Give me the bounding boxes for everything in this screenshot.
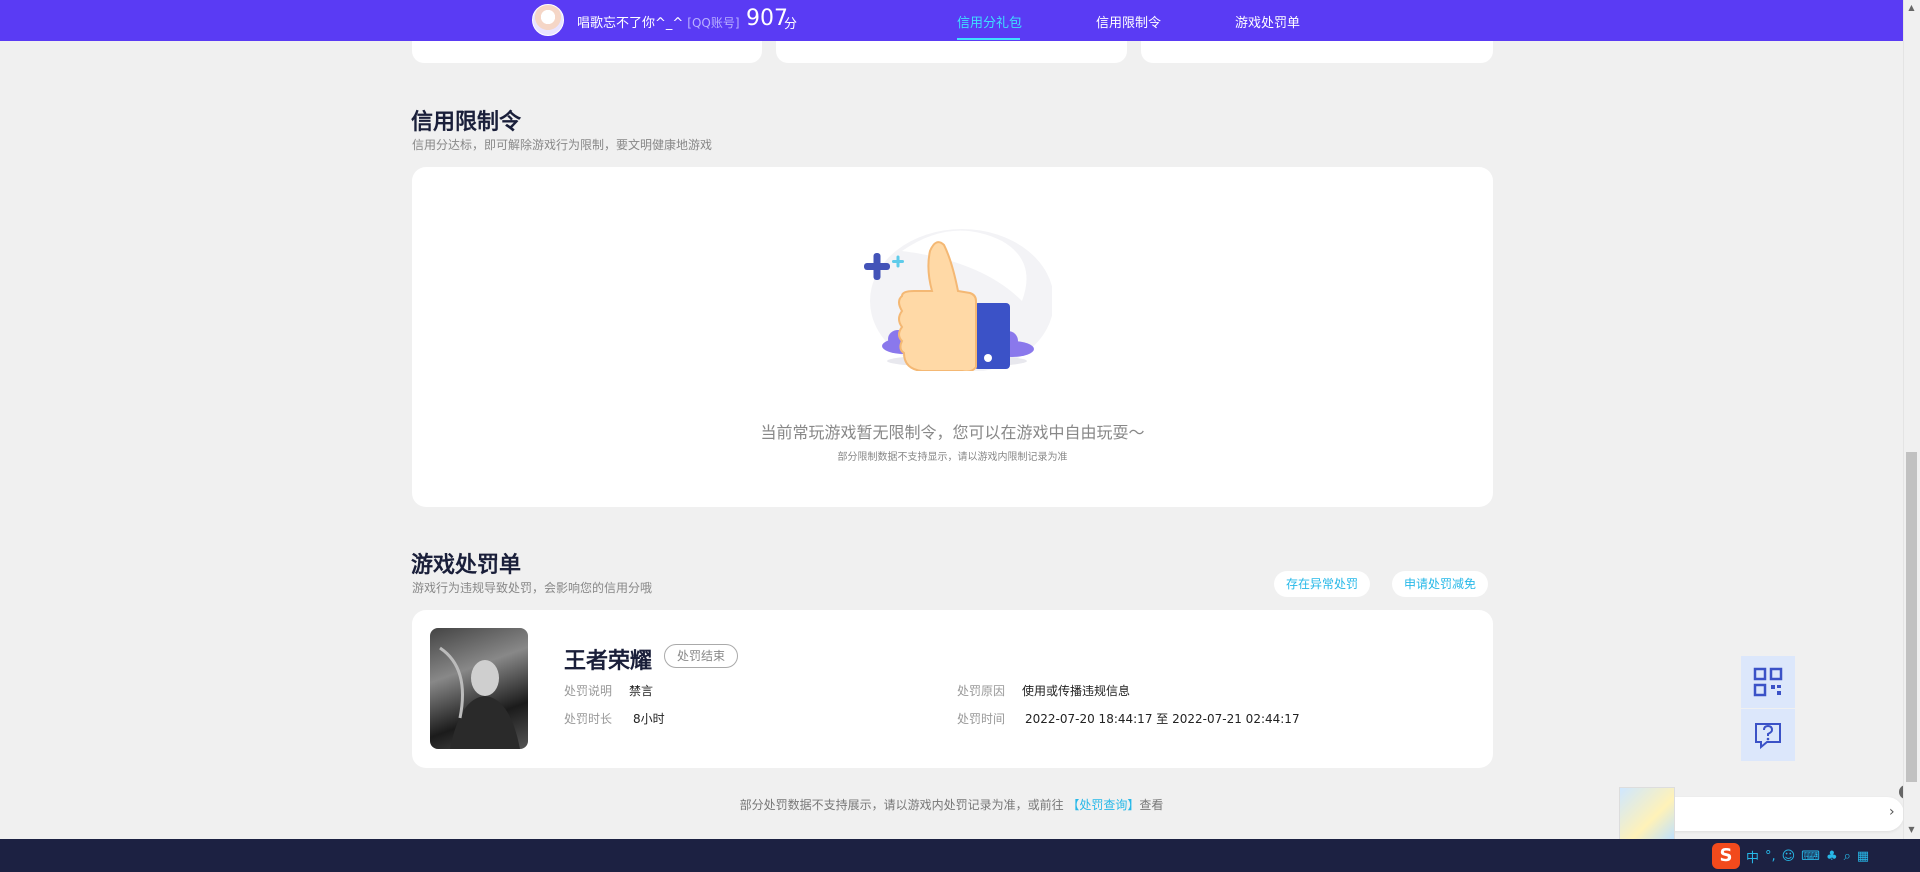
keyboard-icon[interactable]: ⌨ (1801, 849, 1820, 864)
top-nav-bar: 唱歌忘不了你^_^ [QQ账号] 907 分 信用分礼包 信用限制令 游戏处罚单 (0, 0, 1903, 41)
penalty-query-link[interactable]: 【处罚查询】 (1067, 798, 1139, 812)
thumbs-up-illustration (864, 229, 1052, 371)
credit-score-unit: 分 (784, 17, 798, 32)
scroll-up-arrow[interactable]: ▲ (1906, 2, 1917, 14)
appeal-penalty-button[interactable]: 申请处罚减免 (1392, 571, 1489, 597)
status-badge: 处罚结束 (664, 644, 739, 668)
penalty-time-end: 2022-07-21 02:44:17 (1172, 712, 1300, 726)
penalty-subtitle: 游戏行为违规导致处罚，会影响您的信用分哦 (412, 581, 653, 595)
penalty-title: 游戏处罚单 (411, 553, 522, 578)
active-tab-underline (957, 38, 1020, 40)
emoji-icon[interactable]: ☺ (1782, 849, 1796, 864)
system-tray: S 中 °, ☺ ⌨ ♣ ⌕ ▦ (1712, 843, 1869, 869)
qr-code-icon (1753, 667, 1783, 697)
restriction-subtitle: 信用分达标，即可解除游戏行为限制，要文明健康地游戏 (412, 138, 713, 152)
footer-note-suffix: 查看 (1139, 798, 1164, 812)
penalty-reason-value: 使用或传播违规信息 (1022, 684, 1131, 698)
scroll-down-arrow[interactable]: ▼ (1906, 824, 1917, 836)
penalty-reason-label: 处罚原因 (957, 684, 1006, 698)
penalty-time-start: 2022-07-20 18:44:17 (1025, 712, 1153, 726)
user-name-text: 唱歌忘不了你^_^ (577, 16, 684, 31)
restriction-title: 信用限制令 (411, 110, 522, 135)
penalty-duration-label: 处罚时长 (564, 712, 613, 726)
penalty-duration-value: 8小时 (633, 712, 665, 726)
scrollbar-thumb[interactable] (1906, 452, 1917, 782)
avatar[interactable] (532, 4, 564, 36)
skin-icon[interactable]: ♣ (1826, 849, 1838, 864)
game-name: 王者荣耀 (564, 649, 653, 674)
penalty-desc-value: 禁言 (629, 684, 654, 698)
tab-credit-gift[interactable]: 信用分礼包 (957, 12, 1022, 31)
restriction-card: 当前常玩游戏暂无限制令，您可以在游戏中自由玩耍～ 部分限制数据不支持显示，请以游… (412, 167, 1493, 507)
user-name: 唱歌忘不了你^_^ [QQ账号] (577, 12, 740, 31)
account-type: [QQ账号] (687, 16, 740, 30)
question-chat-icon (1755, 723, 1781, 750)
empty-state-message: 当前常玩游戏暂无限制令，您可以在游戏中自由玩耍～ (760, 423, 1145, 442)
chevron-right-icon[interactable]: › (1889, 804, 1895, 820)
help-feedback-button[interactable] (1741, 709, 1795, 761)
footer-note-prefix: 部分处罚数据不支持展示，请以游戏内处罚记录为准，或前往 (739, 798, 1064, 812)
qr-code-button[interactable] (1741, 656, 1795, 708)
penalty-time-label: 处罚时间 (957, 712, 1006, 726)
ime-punctuation-indicator[interactable]: °, (1765, 849, 1776, 864)
notification-thumbnail (1619, 787, 1675, 841)
penalty-time-separator: 至 (1156, 712, 1169, 726)
ime-language-indicator[interactable]: 中 (1746, 847, 1759, 866)
sogou-ime-icon[interactable]: S (1712, 843, 1740, 869)
penalty-desc-label: 处罚说明 (564, 684, 613, 698)
penalty-footer-note: 部分处罚数据不支持展示，请以游戏内处罚记录为准，或前往 【处罚查询】查看 (0, 796, 1903, 813)
search-icon[interactable]: ⌕ (1844, 849, 1851, 864)
abnormal-penalty-button[interactable]: 存在异常处罚 (1274, 571, 1371, 597)
tab-credit-restriction[interactable]: 信用限制令 (1096, 12, 1161, 31)
credit-score: 907 (746, 6, 788, 31)
bottom-bar (0, 839, 1920, 872)
game-icon-image (430, 628, 528, 749)
menu-grid-icon[interactable]: ▦ (1857, 849, 1869, 864)
tab-game-penalty[interactable]: 游戏处罚单 (1235, 12, 1300, 31)
penalty-record-card: 王者荣耀 处罚结束 处罚说明 禁言 处罚时长 8小时 处罚原因 使用或传播违规信… (412, 610, 1493, 768)
penalty-time-value: 2022-07-20 18:44:17 至 2022-07-21 02:44:1… (1025, 710, 1300, 727)
empty-state-note: 部分限制数据不支持显示，请以游戏内限制记录为准 (837, 452, 1068, 463)
